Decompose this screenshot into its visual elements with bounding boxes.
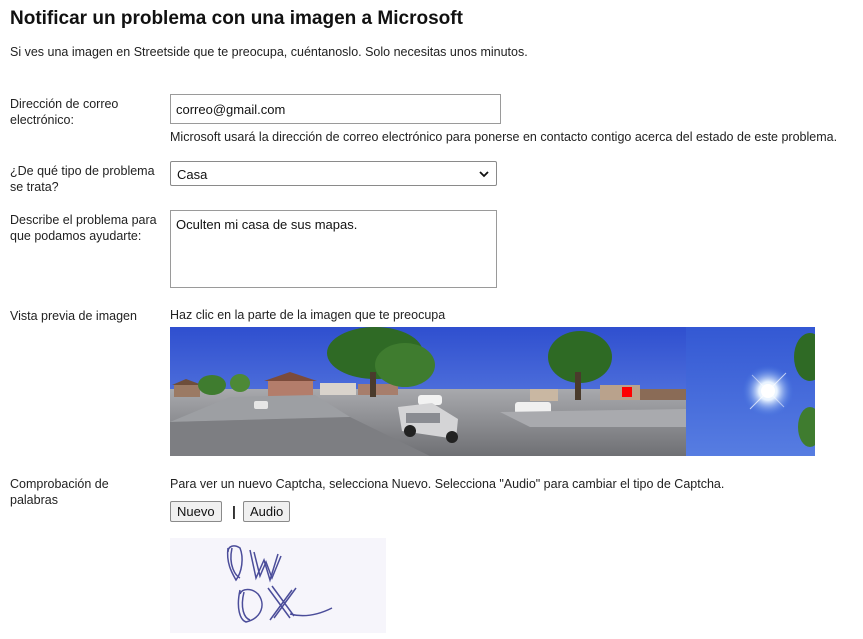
problem-type-value: Casa [177, 167, 208, 182]
intro-text: Si ves una imagen en Streetside que te p… [10, 45, 528, 59]
captcha-image [170, 538, 386, 633]
problem-type-label: ¿De qué tipo de problema se trata? [10, 164, 155, 194]
description-label: Describe el problema para que podamos ay… [10, 213, 157, 243]
captcha-label: Comprobación de palabras [10, 477, 109, 507]
button-separator: | [232, 503, 236, 519]
page-title: Notificar un problema con una imagen a M… [10, 8, 463, 29]
description-textarea[interactable]: Oculten mi casa de sus mapas. [170, 210, 497, 288]
email-hint: Microsoft usará la dirección de correo e… [170, 130, 838, 144]
email-label: Dirección de correo electrónico: [10, 97, 119, 127]
streetside-preview-image[interactable] [170, 327, 815, 456]
email-field[interactable] [170, 94, 501, 124]
chevron-down-icon [479, 171, 489, 178]
report-page: Notificar un problema con una imagen a M… [0, 0, 863, 639]
problem-type-select[interactable]: Casa [170, 161, 497, 186]
new-captcha-button[interactable]: Nuevo [170, 501, 222, 522]
preview-label: Vista previa de imagen [10, 309, 137, 323]
audio-captcha-button[interactable]: Audio [243, 501, 291, 522]
preview-instruction: Haz clic en la parte de la imagen que te… [170, 308, 446, 322]
captcha-instruction: Para ver un nuevo Captcha, selecciona Nu… [170, 477, 725, 491]
